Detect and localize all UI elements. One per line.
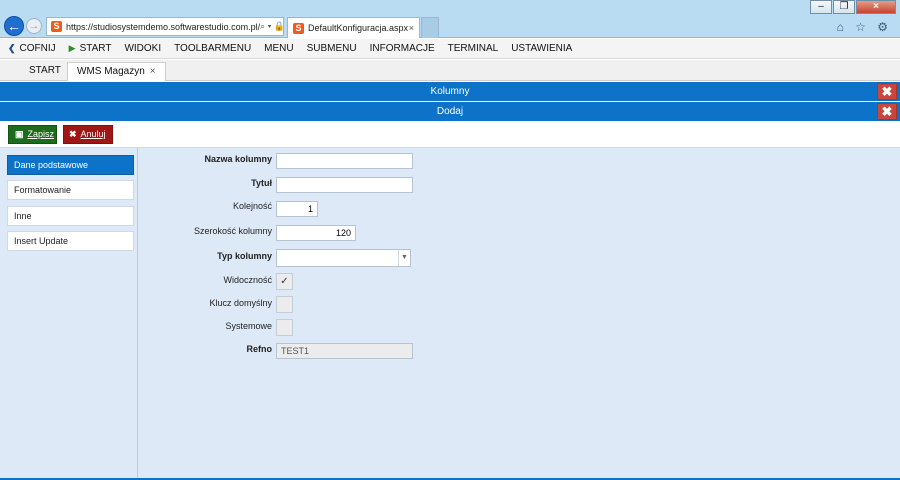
restore-button[interactable]: ❐: [833, 0, 855, 14]
sidebar-item-insert-update[interactable]: Insert Update: [7, 231, 134, 251]
browser-tab-title: DefaultKonfiguracja.aspx: [308, 23, 409, 33]
site-logo-icon: S: [51, 21, 62, 32]
close-icon[interactable]: ✖: [877, 103, 897, 120]
panel-title-text: Dodaj: [436, 106, 464, 117]
field-label-klucz-domyslny: Klucz domyślny: [209, 298, 272, 308]
field-label-refno: Refno: [246, 344, 273, 354]
panel-title-dodaj: Dodaj ✖: [0, 102, 900, 121]
tab-close-icon[interactable]: ×: [150, 66, 156, 77]
tab-label: WMS Magazyn: [77, 66, 145, 77]
cancel-button-label: Anuluj: [80, 129, 106, 139]
menu-item-label: COFNIJ: [19, 43, 56, 54]
new-tab-button[interactable]: [421, 17, 439, 38]
menu-item-informacje[interactable]: INFORMACJE: [370, 43, 435, 54]
menu-item-cofnij[interactable]: ❮ COFNIJ: [8, 43, 56, 54]
menu-item-submenu[interactable]: SUBMENU: [307, 43, 357, 54]
field-label-typ-kolumny: Typ kolumny: [217, 251, 272, 261]
browser-tab-close-icon[interactable]: ×: [409, 23, 414, 33]
app-tabs: START WMS Magazyn ×: [0, 60, 900, 81]
field-label-szerokosc-kolumny: Szerokość kolumny: [193, 226, 272, 236]
panel-title-text: Kolumny: [430, 86, 470, 97]
field-label-nazwa-kolumny: Nazwa kolumny: [204, 154, 272, 164]
window-controls: – ❐ ×: [809, 0, 896, 14]
field-label-widocznosc: Widoczność: [223, 275, 272, 285]
play-icon: ▶: [68, 43, 76, 53]
refno-input[interactable]: [276, 343, 413, 359]
menu-item-terminal[interactable]: TERMINAL: [448, 43, 499, 54]
sidebar: Dane podstawowe Formatowanie Inne Insert…: [0, 148, 138, 478]
save-button[interactable]: ▣ Zapisz: [8, 125, 57, 144]
field-label-systemowe: Systemowe: [225, 321, 272, 331]
address-bar-icons[interactable]: ⌕ ▾ 🔒 C: [260, 21, 283, 32]
klucz-domyslny-checkbox[interactable]: [276, 296, 293, 313]
menu-item-label: START: [79, 43, 112, 54]
tytul-input[interactable]: [276, 177, 413, 193]
cancel-button[interactable]: ✖ Anuluj: [63, 125, 113, 144]
minimize-button[interactable]: –: [810, 0, 832, 14]
save-icon: ▣: [15, 129, 24, 139]
szerokosc-kolumny-input[interactable]: [276, 225, 356, 241]
field-label-kolejnosc: Kolejność: [232, 201, 272, 211]
kolejnosc-input[interactable]: [276, 201, 318, 217]
sidebar-item-inne[interactable]: Inne: [7, 206, 134, 226]
menu-item-ustawienia[interactable]: USTAWIENIA: [511, 43, 572, 54]
sidebar-item-dane-podstawowe[interactable]: Dane podstawowe: [7, 155, 134, 175]
menu-item-widoki[interactable]: WIDOKI: [124, 43, 161, 54]
browser-tab[interactable]: S DefaultKonfiguracja.aspx ×: [287, 17, 420, 38]
typ-kolumny-select[interactable]: ▼: [276, 249, 411, 267]
form-panel: Nazwa kolumny Tytuł Kolejność Szerokość …: [138, 148, 900, 478]
sidebar-item-formatowanie[interactable]: Formatowanie: [7, 180, 134, 200]
chevron-left-icon: ❮: [8, 43, 16, 53]
window-close-button[interactable]: ×: [856, 0, 896, 14]
close-icon: ✖: [69, 129, 77, 139]
form-toolbar: ▣ Zapisz ✖ Anuluj: [0, 122, 900, 148]
panel-title-kolumny: Kolumny ✖: [0, 82, 900, 101]
app-menubar: ❮ COFNIJ ▶ START WIDOKI TOOLBARMENU MENU…: [0, 39, 900, 59]
tab-favicon-icon: S: [293, 22, 304, 34]
menu-item-menu[interactable]: MENU: [264, 43, 293, 54]
tab-wms-magazyn[interactable]: WMS Magazyn ×: [67, 62, 166, 81]
browser-chrome: – ❐ × ← → S https://studiosystemdemo.sof…: [0, 0, 900, 38]
forward-arrow-icon[interactable]: →: [26, 18, 42, 34]
close-icon[interactable]: ✖: [877, 83, 897, 100]
save-button-label: Zapisz: [27, 129, 55, 139]
systemowe-checkbox[interactable]: [276, 319, 293, 336]
menu-item-toolbarmenu[interactable]: TOOLBARMENU: [174, 43, 251, 54]
browser-tools-icons[interactable]: ⌂ ☆ ⚙: [837, 20, 892, 34]
chevron-down-icon[interactable]: ▼: [398, 250, 410, 266]
url-text: https://studiosystemdemo.softwarestudio.…: [66, 21, 261, 32]
field-label-tytul: Tytuł: [251, 178, 272, 188]
widocznosc-checkbox[interactable]: ✓: [276, 273, 293, 290]
tab-start[interactable]: START: [20, 62, 70, 81]
back-arrow-icon[interactable]: ←: [4, 16, 24, 36]
address-bar[interactable]: S https://studiosystemdemo.softwarestudi…: [46, 17, 284, 36]
menu-item-start[interactable]: ▶ START: [69, 43, 112, 54]
nazwa-kolumny-input[interactable]: [276, 153, 413, 169]
